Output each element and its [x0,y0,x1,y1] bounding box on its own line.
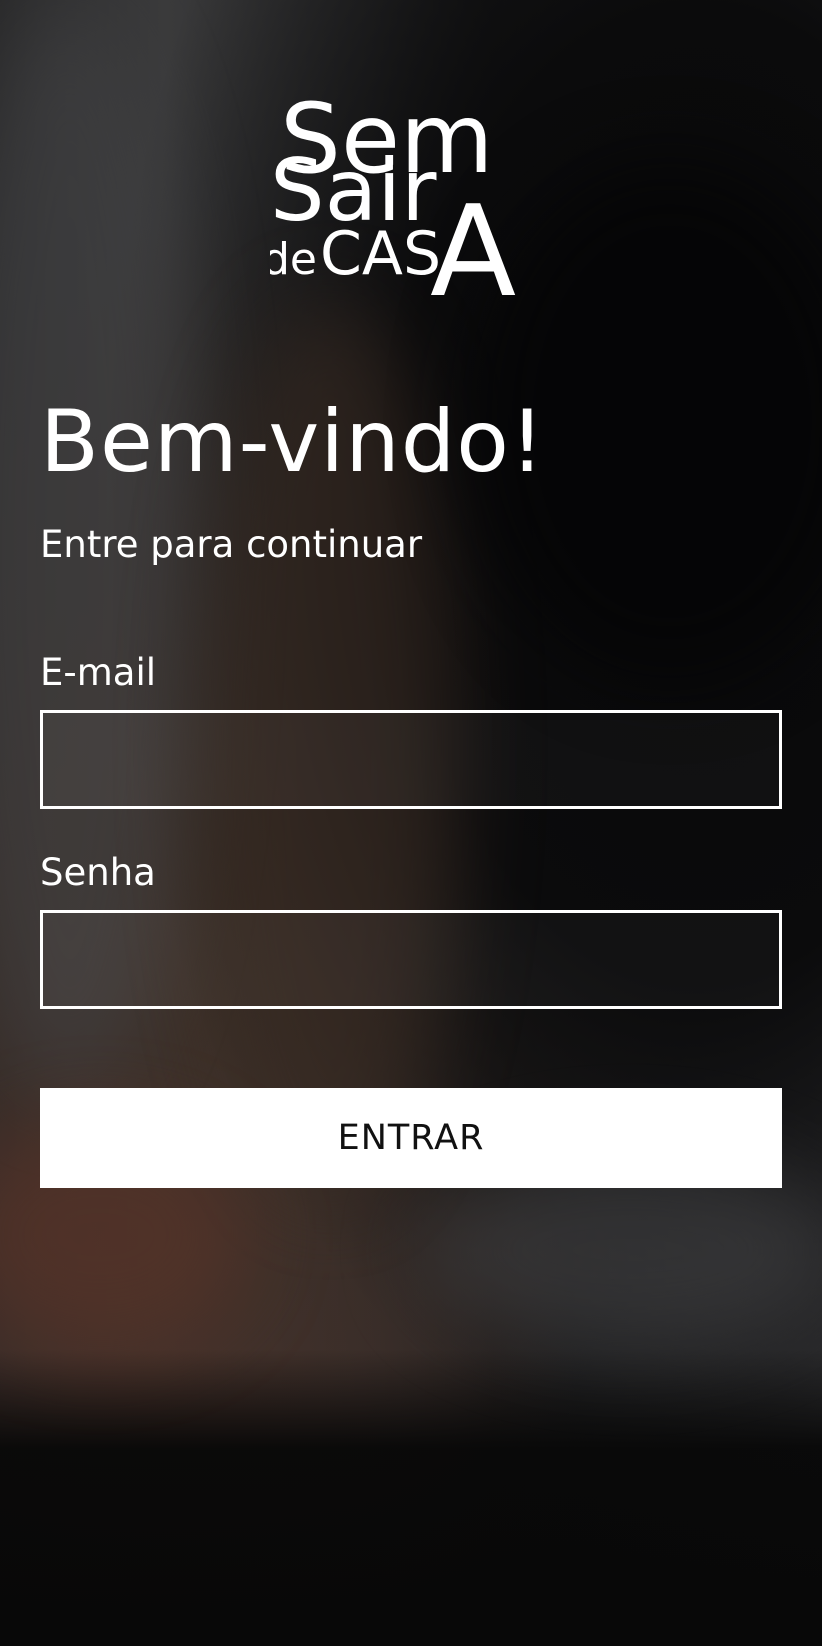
logo-word-cas: CAS [320,219,441,289]
password-label: Senha [40,851,156,894]
page-title: Bem-vindo! [40,392,546,492]
page-subtitle: Entre para continuar [40,523,423,566]
brand-logo: Sem Sem Sair de CAS A [262,83,550,325]
email-field[interactable] [40,710,782,809]
logo-letter-a: A [430,178,516,302]
password-field[interactable] [40,910,782,1009]
login-button[interactable]: ENTRAR [40,1088,782,1188]
logo-word-de: de [270,234,317,285]
email-label: E-mail [40,651,157,694]
